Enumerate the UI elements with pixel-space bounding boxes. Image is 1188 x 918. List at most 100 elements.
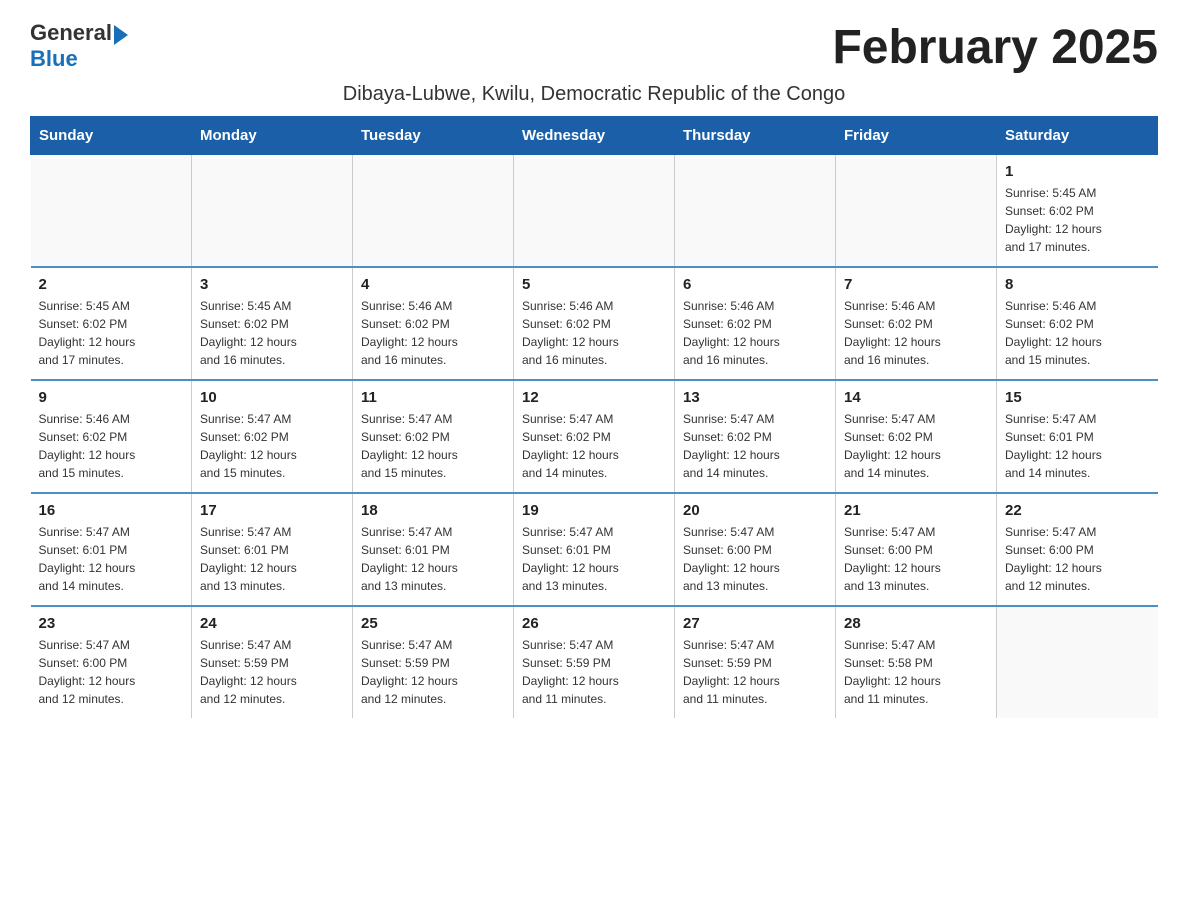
day-info: Sunrise: 5:46 AM Sunset: 6:02 PM Dayligh…: [39, 410, 184, 482]
calendar-cell: 5Sunrise: 5:46 AM Sunset: 6:02 PM Daylig…: [514, 267, 675, 380]
calendar-cell: 7Sunrise: 5:46 AM Sunset: 6:02 PM Daylig…: [836, 267, 997, 380]
day-number: 7: [844, 276, 988, 293]
day-info: Sunrise: 5:47 AM Sunset: 6:02 PM Dayligh…: [200, 410, 344, 482]
day-info: Sunrise: 5:45 AM Sunset: 6:02 PM Dayligh…: [200, 297, 344, 369]
calendar-cell: 20Sunrise: 5:47 AM Sunset: 6:00 PM Dayli…: [675, 493, 836, 606]
calendar-week-row: 16 Sunrise: 5:47 AM Sunset: 6:01 PM Dayli…: [31, 493, 1158, 606]
day-info: Sunrise: 5:47 AM Sunset: 6:02 PM Dayligh…: [522, 410, 666, 482]
logo: General Blue: [30, 20, 128, 72]
day-info: Sunrise: 5:47 AM Sunset: 6:01 PM Dayligh…: [522, 523, 666, 595]
calendar-header-thursday: Thursday: [675, 117, 836, 155]
calendar-cell: 22 Sunrise: 5:47 AM Sunset: 6:00 PM Dayli…: [997, 493, 1158, 606]
day-number: 21: [844, 502, 988, 519]
calendar-cell: 4 Sunrise: 5:46 AM Sunset: 6:02 PM Daylig…: [353, 267, 514, 380]
calendar-week-row: 9Sunrise: 5:46 AM Sunset: 6:02 PM Daylig…: [31, 380, 1158, 493]
month-title: February 2025: [832, 20, 1158, 75]
page-header: General Blue February 2025: [30, 20, 1158, 75]
day-number: 19: [522, 502, 666, 519]
day-number: 12: [522, 389, 666, 406]
calendar-cell: 25 Sunrise: 5:47 AM Sunset: 5:59 PM Dayli…: [353, 606, 514, 718]
day-number: 4: [361, 276, 505, 293]
calendar-cell: 1 Sunrise: 5:45 AM Sunset: 6:02 PM Daylig…: [997, 155, 1158, 268]
day-info: Sunrise: 5:46 AM Sunset: 6:02 PM Dayligh…: [1005, 297, 1150, 369]
day-info: Sunrise: 5:47 AM Sunset: 6:01 PM Dayligh…: [361, 523, 505, 595]
day-info: Sunrise: 5:47 AM Sunset: 5:59 PM Dayligh…: [683, 636, 827, 708]
day-number: 6: [683, 276, 827, 293]
calendar-week-row: 23Sunrise: 5:47 AM Sunset: 6:00 PM Dayli…: [31, 606, 1158, 718]
calendar-header-wednesday: Wednesday: [514, 117, 675, 155]
calendar-cell: [997, 606, 1158, 718]
day-number: 14: [844, 389, 988, 406]
calendar-cell: [514, 155, 675, 268]
calendar-cell: 27 Sunrise: 5:47 AM Sunset: 5:59 PM Dayli…: [675, 606, 836, 718]
day-number: 23: [39, 615, 184, 632]
calendar-cell: 17Sunrise: 5:47 AM Sunset: 6:01 PM Dayli…: [192, 493, 353, 606]
calendar-cell: 14 Sunrise: 5:47 AM Sunset: 6:02 PM Dayli…: [836, 380, 997, 493]
calendar-cell: [31, 155, 192, 268]
day-info: Sunrise: 5:47 AM Sunset: 6:02 PM Dayligh…: [361, 410, 505, 482]
day-info: Sunrise: 5:46 AM Sunset: 6:02 PM Dayligh…: [522, 297, 666, 369]
location-title: Dibaya-Lubwe, Kwilu, Democratic Republic…: [30, 83, 1158, 106]
day-number: 2: [39, 276, 184, 293]
day-info: Sunrise: 5:46 AM Sunset: 6:02 PM Dayligh…: [361, 297, 505, 369]
day-info: Sunrise: 5:45 AM Sunset: 6:02 PM Dayligh…: [1005, 184, 1150, 256]
calendar-cell: 19 Sunrise: 5:47 AM Sunset: 6:01 PM Dayli…: [514, 493, 675, 606]
calendar-cell: 18 Sunrise: 5:47 AM Sunset: 6:01 PM Dayli…: [353, 493, 514, 606]
logo-arrow-icon: [114, 25, 128, 45]
calendar-table: SundayMondayTuesdayWednesdayThursdayFrid…: [30, 116, 1158, 718]
day-number: 27: [683, 615, 827, 632]
calendar-week-row: 2 Sunrise: 5:45 AM Sunset: 6:02 PM Daylig…: [31, 267, 1158, 380]
day-info: Sunrise: 5:47 AM Sunset: 6:01 PM Dayligh…: [200, 523, 344, 595]
day-number: 25: [361, 615, 505, 632]
day-number: 16: [39, 502, 184, 519]
calendar-cell: [192, 155, 353, 268]
calendar-cell: 10 Sunrise: 5:47 AM Sunset: 6:02 PM Dayli…: [192, 380, 353, 493]
day-number: 24: [200, 615, 344, 632]
calendar-header-friday: Friday: [836, 117, 997, 155]
day-info: Sunrise: 5:45 AM Sunset: 6:02 PM Dayligh…: [39, 297, 184, 369]
day-info: Sunrise: 5:47 AM Sunset: 6:00 PM Dayligh…: [844, 523, 988, 595]
logo-text-blue: Blue: [30, 46, 128, 72]
calendar-cell: 8Sunrise: 5:46 AM Sunset: 6:02 PM Daylig…: [997, 267, 1158, 380]
logo-text-general: General: [30, 20, 112, 46]
calendar-cell: 3 Sunrise: 5:45 AM Sunset: 6:02 PM Daylig…: [192, 267, 353, 380]
day-number: 11: [361, 389, 505, 406]
calendar-cell: 15 Sunrise: 5:47 AM Sunset: 6:01 PM Dayli…: [997, 380, 1158, 493]
calendar-header-row: SundayMondayTuesdayWednesdayThursdayFrid…: [31, 117, 1158, 155]
day-info: Sunrise: 5:47 AM Sunset: 6:02 PM Dayligh…: [683, 410, 827, 482]
calendar-cell: 2 Sunrise: 5:45 AM Sunset: 6:02 PM Daylig…: [31, 267, 192, 380]
calendar-cell: 6 Sunrise: 5:46 AM Sunset: 6:02 PM Daylig…: [675, 267, 836, 380]
day-info: Sunrise: 5:47 AM Sunset: 5:59 PM Dayligh…: [200, 636, 344, 708]
day-info: Sunrise: 5:47 AM Sunset: 5:59 PM Dayligh…: [361, 636, 505, 708]
calendar-header-tuesday: Tuesday: [353, 117, 514, 155]
calendar-week-row: 1 Sunrise: 5:45 AM Sunset: 6:02 PM Daylig…: [31, 155, 1158, 268]
calendar-cell: [353, 155, 514, 268]
day-info: Sunrise: 5:47 AM Sunset: 5:58 PM Dayligh…: [844, 636, 988, 708]
day-info: Sunrise: 5:47 AM Sunset: 6:01 PM Dayligh…: [1005, 410, 1150, 482]
day-number: 3: [200, 276, 344, 293]
day-info: Sunrise: 5:47 AM Sunset: 6:00 PM Dayligh…: [1005, 523, 1150, 595]
calendar-cell: 21 Sunrise: 5:47 AM Sunset: 6:00 PM Dayli…: [836, 493, 997, 606]
calendar-cell: 26 Sunrise: 5:47 AM Sunset: 5:59 PM Dayli…: [514, 606, 675, 718]
day-number: 22: [1005, 502, 1150, 519]
day-number: 20: [683, 502, 827, 519]
day-number: 18: [361, 502, 505, 519]
calendar-cell: 9Sunrise: 5:46 AM Sunset: 6:02 PM Daylig…: [31, 380, 192, 493]
day-number: 10: [200, 389, 344, 406]
calendar-header-saturday: Saturday: [997, 117, 1158, 155]
calendar-cell: 12 Sunrise: 5:47 AM Sunset: 6:02 PM Dayli…: [514, 380, 675, 493]
day-info: Sunrise: 5:47 AM Sunset: 6:02 PM Dayligh…: [844, 410, 988, 482]
day-info: Sunrise: 5:47 AM Sunset: 5:59 PM Dayligh…: [522, 636, 666, 708]
calendar-header-monday: Monday: [192, 117, 353, 155]
calendar-cell: 23Sunrise: 5:47 AM Sunset: 6:00 PM Dayli…: [31, 606, 192, 718]
calendar-cell: [836, 155, 997, 268]
day-info: Sunrise: 5:46 AM Sunset: 6:02 PM Dayligh…: [683, 297, 827, 369]
calendar-cell: 28 Sunrise: 5:47 AM Sunset: 5:58 PM Dayli…: [836, 606, 997, 718]
calendar-cell: [675, 155, 836, 268]
day-number: 1: [1005, 163, 1150, 180]
day-number: 28: [844, 615, 988, 632]
day-number: 26: [522, 615, 666, 632]
day-number: 13: [683, 389, 827, 406]
calendar-header-sunday: Sunday: [31, 117, 192, 155]
day-number: 15: [1005, 389, 1150, 406]
